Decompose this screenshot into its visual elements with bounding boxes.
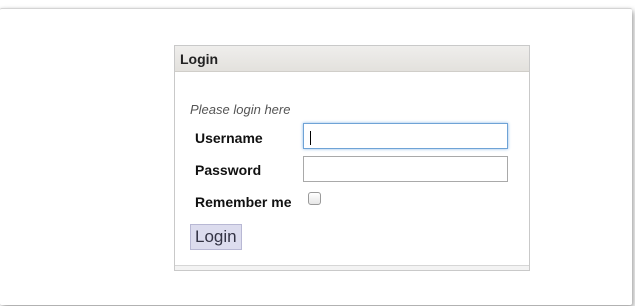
username-label: Username xyxy=(195,130,263,146)
login-panel: Login Please login here Username Passwor… xyxy=(174,45,530,271)
remember-me-label: Remember me xyxy=(195,194,292,210)
login-hint: Please login here xyxy=(190,102,291,117)
password-label: Password xyxy=(195,162,262,178)
username-input[interactable] xyxy=(303,123,508,149)
panel-footer-divider xyxy=(175,265,529,270)
text-caret xyxy=(310,131,311,145)
panel-title: Login xyxy=(175,46,529,72)
login-button[interactable]: Login xyxy=(190,224,242,250)
window-frame: Login Please login here Username Passwor… xyxy=(0,8,632,305)
password-input[interactable] xyxy=(303,156,508,182)
remember-me-checkbox[interactable] xyxy=(308,192,321,205)
